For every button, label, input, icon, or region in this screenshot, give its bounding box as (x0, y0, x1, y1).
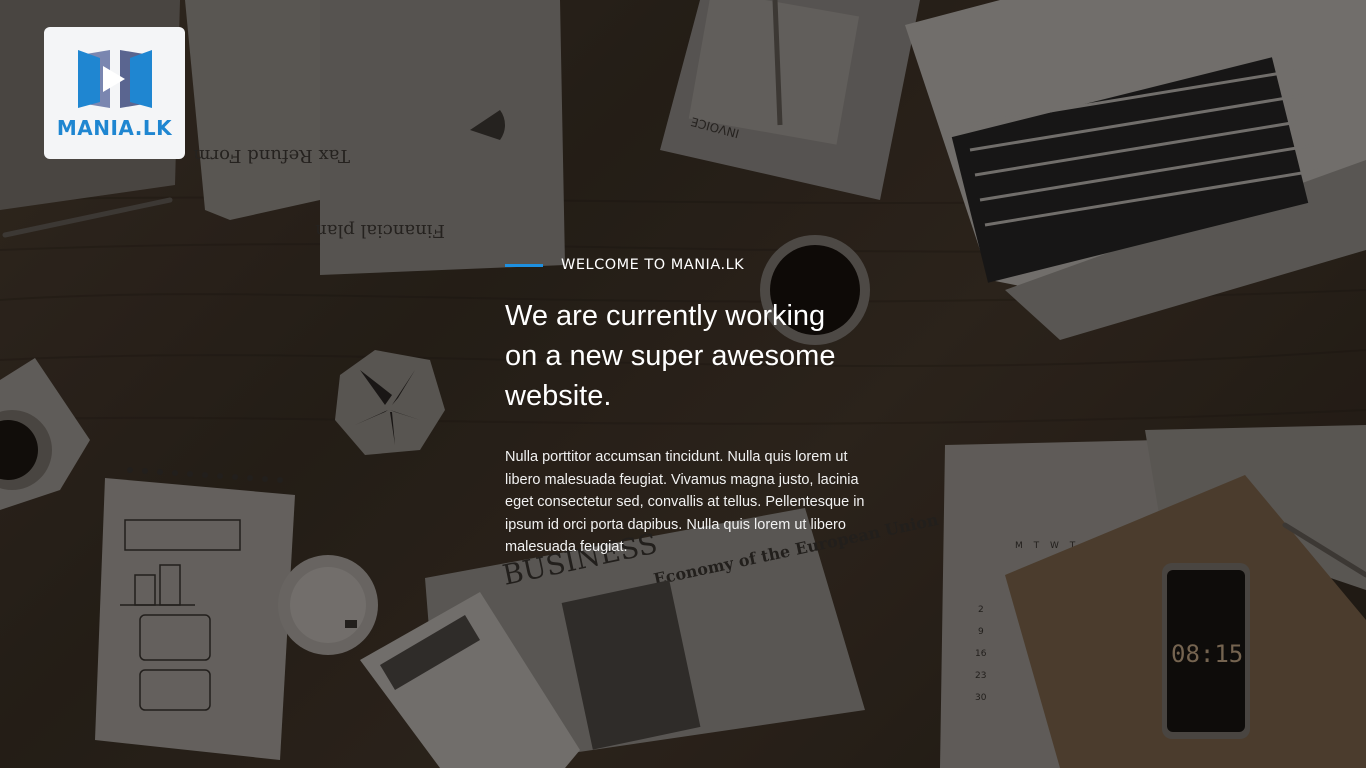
play-icon (77, 50, 152, 108)
page: Tax Refund Form Financial plan INVOICE B… (0, 0, 1366, 768)
eyebrow-text: WELCOME TO MANIA.LK (561, 257, 745, 273)
hero-headline: We are currently working on a new super … (505, 300, 836, 412)
hero-content: WELCOME TO MANIA.LK We are currently wor… (505, 252, 877, 559)
eyebrow: WELCOME TO MANIA.LK (505, 252, 877, 278)
site-logo[interactable]: MANIA.LK (44, 27, 185, 159)
hero-description: Nulla porttitor accumsan tincidunt. Null… (505, 449, 865, 555)
logo-text: MANIA.LK (56, 116, 173, 140)
eyebrow-accent-line (505, 263, 543, 267)
